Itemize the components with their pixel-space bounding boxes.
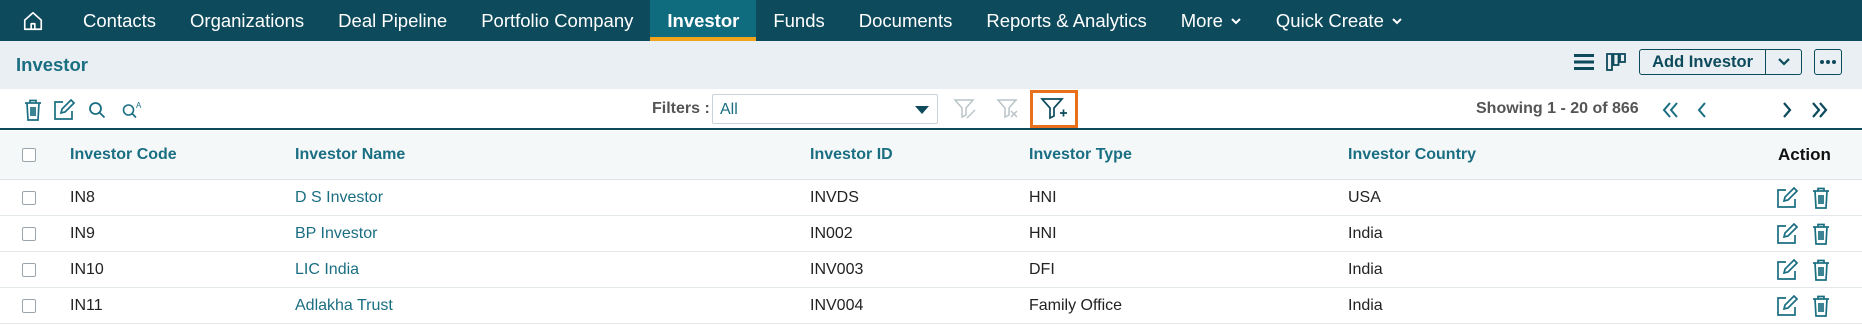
add-investor-label[interactable]: Add Investor [1640, 50, 1765, 74]
page-header: Investor Add Investor [0, 41, 1862, 89]
column-header-investor-type[interactable]: Investor Type [1029, 146, 1132, 164]
investor-type-cell: Family Office [1029, 296, 1123, 314]
investor-id-cell: IN002 [810, 224, 853, 242]
investor-name-link[interactable]: D S Investor [295, 189, 383, 207]
list-toolbar: A Filters : All Showing 1 - 20 of 866 [0, 89, 1862, 130]
investor-table: Investor Code Investor Name Investor ID … [0, 131, 1862, 324]
clear-filter-icon[interactable] [993, 95, 1023, 123]
investor-code-cell: IN10 [70, 260, 104, 278]
row-edit-icon[interactable] [1775, 258, 1799, 282]
nav-funds[interactable]: Funds [756, 0, 841, 41]
advanced-search-icon[interactable]: A [120, 98, 146, 122]
investor-country-cell: India [1348, 224, 1383, 242]
filter-value: All [720, 101, 738, 118]
investor-code-cell: IN11 [70, 296, 103, 314]
nav-organizations[interactable]: Organizations [173, 0, 321, 41]
filter-add-icon [1040, 98, 1067, 120]
column-header-action: Action [1778, 145, 1831, 164]
nav-reports-analytics[interactable]: Reports & Analytics [969, 0, 1163, 41]
table-header-row: Investor Code Investor Name Investor ID … [0, 131, 1862, 180]
page-title: Investor [16, 54, 88, 75]
more-options-button[interactable] [1814, 49, 1842, 75]
row-delete-icon[interactable] [1809, 222, 1833, 246]
filter-select[interactable]: All [712, 94, 938, 124]
nav-portfolio-company[interactable]: Portfolio Company [464, 0, 650, 41]
row-delete-icon[interactable] [1809, 258, 1833, 282]
home-icon[interactable] [0, 0, 66, 41]
investor-country-cell: USA [1348, 188, 1381, 206]
header-actions: Add Investor [1571, 49, 1842, 75]
investor-country-cell: India [1348, 260, 1383, 278]
column-header-investor-name[interactable]: Investor Name [295, 146, 405, 164]
row-delete-icon[interactable] [1809, 186, 1833, 210]
chevron-down-icon [1392, 17, 1402, 24]
investor-id-cell: INV004 [810, 296, 864, 314]
edit-icon[interactable] [52, 98, 76, 122]
row-checkbox[interactable] [22, 226, 36, 241]
nav-more-label: More [1180, 9, 1223, 31]
investor-id-cell: INVDS [810, 188, 859, 206]
delete-icon[interactable] [21, 98, 45, 122]
table-row: IN9 BP Investor IN002 HNI India [0, 216, 1862, 252]
row-edit-icon[interactable] [1775, 294, 1799, 318]
investor-code-cell: IN8 [70, 188, 95, 206]
add-investor-dropdown[interactable] [1765, 50, 1801, 74]
previous-page-icon[interactable] [1691, 99, 1713, 121]
investor-type-cell: DFI [1029, 260, 1055, 278]
table-row: IN8 D S Investor INVDS HNI USA [0, 180, 1862, 216]
chevron-down-icon [1231, 17, 1241, 24]
row-checkbox[interactable] [22, 298, 36, 313]
row-delete-icon[interactable] [1809, 294, 1833, 318]
pagination-summary: Showing 1 - 20 of 866 [1476, 100, 1639, 117]
select-all-checkbox[interactable] [22, 148, 36, 162]
investor-type-cell: HNI [1029, 224, 1057, 242]
nav-more[interactable]: More [1164, 0, 1259, 41]
investor-name-link[interactable]: LIC India [295, 261, 359, 279]
column-header-investor-code[interactable]: Investor Code [70, 146, 177, 164]
kanban-view-icon[interactable] [1603, 49, 1629, 75]
nav-quick-create-label: Quick Create [1275, 9, 1384, 31]
nav-deal-pipeline[interactable]: Deal Pipeline [321, 0, 464, 41]
investor-name-link[interactable]: BP Investor [295, 225, 377, 243]
add-investor-button[interactable]: Add Investor [1639, 49, 1802, 75]
table-row: IN10 LIC India INV003 DFI India [0, 252, 1862, 288]
next-page-icon[interactable] [1776, 99, 1798, 121]
row-checkbox[interactable] [22, 190, 36, 205]
nav-quick-create[interactable]: Quick Create [1259, 0, 1420, 41]
row-edit-icon[interactable] [1775, 222, 1799, 246]
top-navigation: Contacts Organizations Deal Pipeline Por… [0, 0, 1862, 41]
investor-name-link[interactable]: Adlakha Trust [295, 297, 393, 315]
search-icon[interactable] [85, 98, 109, 122]
first-page-icon[interactable] [1660, 99, 1682, 121]
caret-down-icon [915, 106, 929, 114]
investor-id-cell: INV003 [810, 260, 864, 278]
ellipsis-icon [1820, 60, 1836, 64]
table-row: IN11 Adlakha Trust INV004 Family Office … [0, 288, 1862, 324]
row-checkbox[interactable] [22, 262, 36, 277]
svg-text:A: A [136, 101, 142, 110]
investor-type-cell: HNI [1029, 188, 1057, 206]
column-header-investor-id[interactable]: Investor ID [810, 146, 893, 164]
nav-documents[interactable]: Documents [842, 0, 970, 41]
investor-code-cell: IN9 [70, 224, 95, 242]
filters-label: Filters : [652, 100, 710, 117]
list-view-icon[interactable] [1571, 49, 1597, 75]
filter-disabled-icon[interactable] [950, 95, 980, 123]
column-header-investor-country[interactable]: Investor Country [1348, 146, 1476, 164]
nav-investor[interactable]: Investor [650, 0, 757, 41]
investor-country-cell: India [1348, 296, 1383, 314]
add-filter-button[interactable] [1030, 90, 1078, 128]
chevron-down-icon [1777, 58, 1790, 66]
nav-contacts[interactable]: Contacts [66, 0, 173, 41]
last-page-icon[interactable] [1808, 99, 1830, 121]
row-edit-icon[interactable] [1775, 186, 1799, 210]
